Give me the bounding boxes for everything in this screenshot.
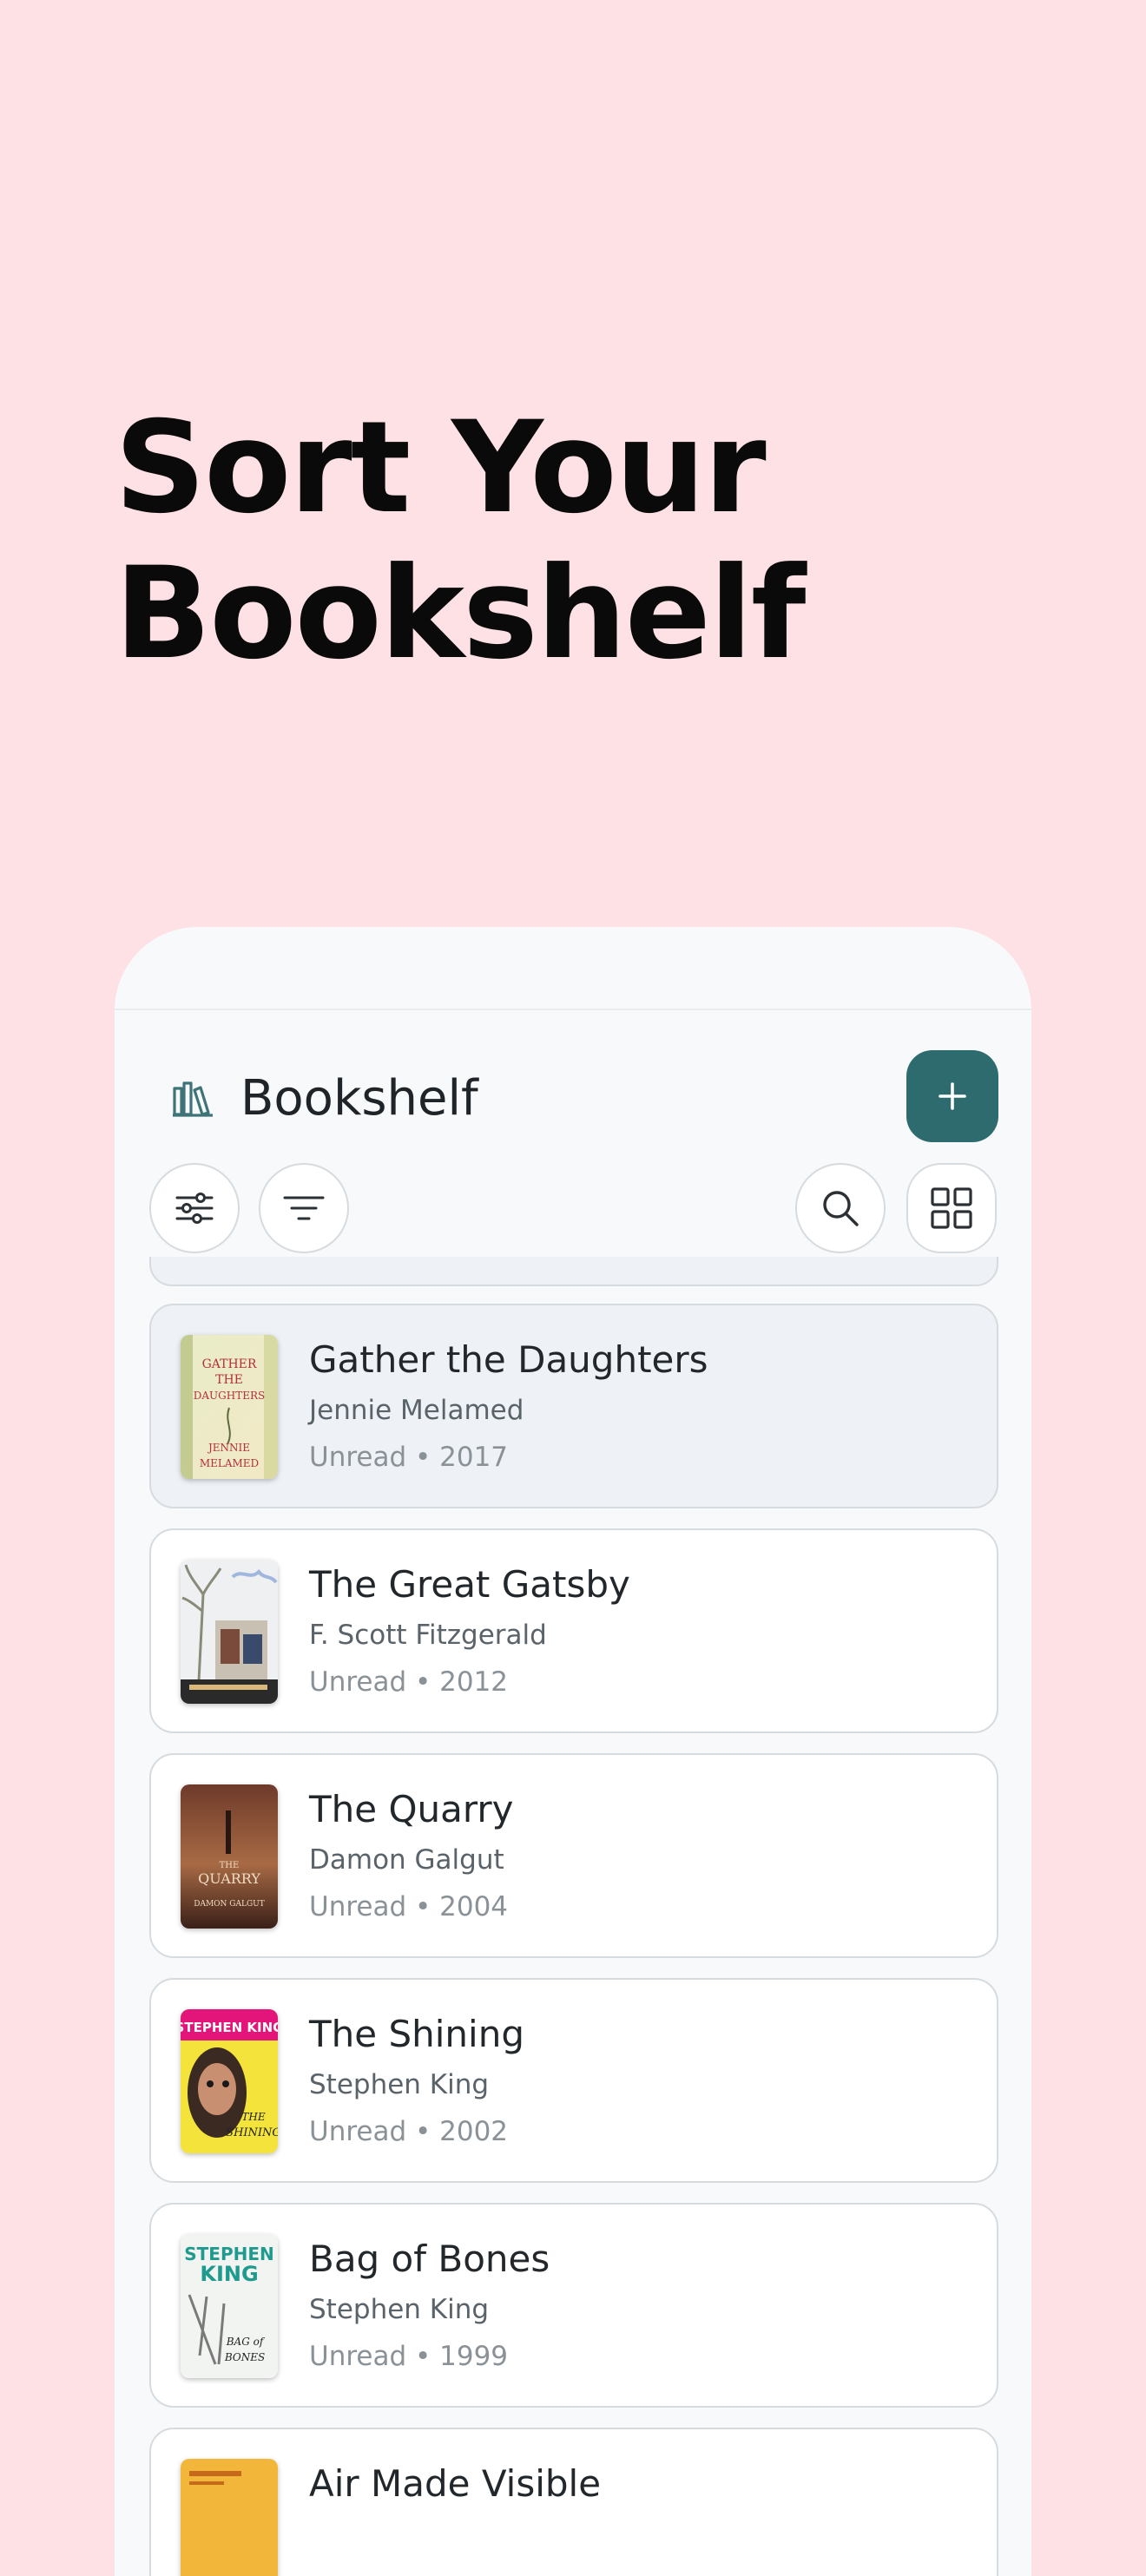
app-bar: Bookshelf <box>115 1050 1031 1146</box>
book-title: The Great Gatsby <box>309 1563 630 1606</box>
search-icon <box>823 1191 859 1226</box>
book-card[interactable]: STEPHEN KING BAG of BONES Bag of Bones S… <box>149 2203 998 2408</box>
book-cover <box>181 1560 278 1704</box>
book-title: The Quarry <box>309 1788 514 1830</box>
book-title: Air Made Visible <box>309 2462 602 2505</box>
book-author: Jennie Melamed <box>309 1395 524 1426</box>
cover-text: STEPHEN KING <box>181 2020 278 2035</box>
book-meta: Unread • 2017 <box>309 1442 509 1473</box>
book-cover: STEPHEN KING THE SHINING <box>181 2009 278 2153</box>
cover-text: MELAMED <box>200 1457 259 1469</box>
grid-view-icon <box>931 1187 972 1229</box>
book-meta: Unread • 1999 <box>309 2341 509 2372</box>
book-card[interactable]: The Great Gatsby F. Scott Fitzgerald Unr… <box>149 1528 998 1733</box>
book-cover: STEPHEN KING BAG of BONES <box>181 2234 278 2378</box>
book-title: Gather the Daughters <box>309 1338 708 1381</box>
search-button[interactable] <box>795 1163 886 1253</box>
cover-text: SHINING <box>226 2126 278 2139</box>
cover-text: KING <box>200 2262 258 2286</box>
book-list[interactable]: GATHER THE DAUGHTERS JENNIE MELAMED Gath… <box>149 1257 998 2576</box>
book-cover: THE QUARRY DAMON GALGUT <box>181 1784 278 1929</box>
cover-text: THE <box>241 2111 265 2123</box>
book-card[interactable]: THE QUARRY DAMON GALGUT The Quarry Damon… <box>149 1753 998 1958</box>
book-meta: Unread • 2004 <box>309 1891 509 1922</box>
book-author: Damon Galgut <box>309 1844 504 1876</box>
app-title: Bookshelf <box>240 1070 478 1127</box>
list-item[interactable] <box>149 1257 998 1286</box>
sliders-icon <box>175 1193 214 1224</box>
cover-text: THE <box>215 1373 243 1387</box>
book-cover: GATHER THE DAUGHTERS JENNIE MELAMED <box>181 1335 278 1479</box>
toolbar <box>115 1163 1031 1257</box>
grid-view-button[interactable] <box>906 1163 997 1253</box>
headline: Sort Your Bookshelf <box>115 394 806 687</box>
bookshelf-icon <box>173 1081 213 1117</box>
headline-line-1: Sort Your <box>115 394 767 542</box>
plus-icon <box>939 1082 966 1110</box>
phone-screen: Bookshelf GATHER THE DAUGHTERS JENNIE ME… <box>115 927 1031 2576</box>
add-book-button[interactable] <box>906 1050 998 1142</box>
cover-text: BAG of <box>226 2336 266 2348</box>
cover-text: JENNIE <box>207 1442 250 1454</box>
headline-line-2: Bookshelf <box>115 540 806 687</box>
book-title: The Shining <box>309 2013 524 2055</box>
cover-text: DAMON GALGUT <box>194 1900 265 1909</box>
book-cover <box>181 2459 278 2576</box>
status-bar-divider <box>115 1009 1031 1010</box>
book-author: Stephen King <box>309 2294 490 2325</box>
book-author: F. Scott Fitzgerald <box>309 1620 547 1651</box>
sort-options-button[interactable] <box>149 1163 240 1253</box>
cover-text: THE <box>220 1861 240 1870</box>
book-card[interactable]: Air Made Visible <box>149 2428 998 2576</box>
cover-text: BONES <box>224 2351 265 2363</box>
cover-text: GATHER <box>202 1357 257 1371</box>
filter-button[interactable] <box>259 1163 349 1253</box>
book-meta: Unread • 2002 <box>309 2116 509 2147</box>
cover-text: QUARRY <box>198 1870 260 1887</box>
book-meta: Unread • 2012 <box>309 1666 509 1698</box>
cover-text: DAUGHTERS <box>194 1390 265 1402</box>
book-title: Bag of Bones <box>309 2238 550 2280</box>
book-card[interactable]: GATHER THE DAUGHTERS JENNIE MELAMED Gath… <box>149 1304 998 1508</box>
filter-lines-icon <box>283 1196 325 1220</box>
book-author: Stephen King <box>309 2069 490 2100</box>
book-card[interactable]: STEPHEN KING THE SHINING The Shining Ste… <box>149 1978 998 2183</box>
